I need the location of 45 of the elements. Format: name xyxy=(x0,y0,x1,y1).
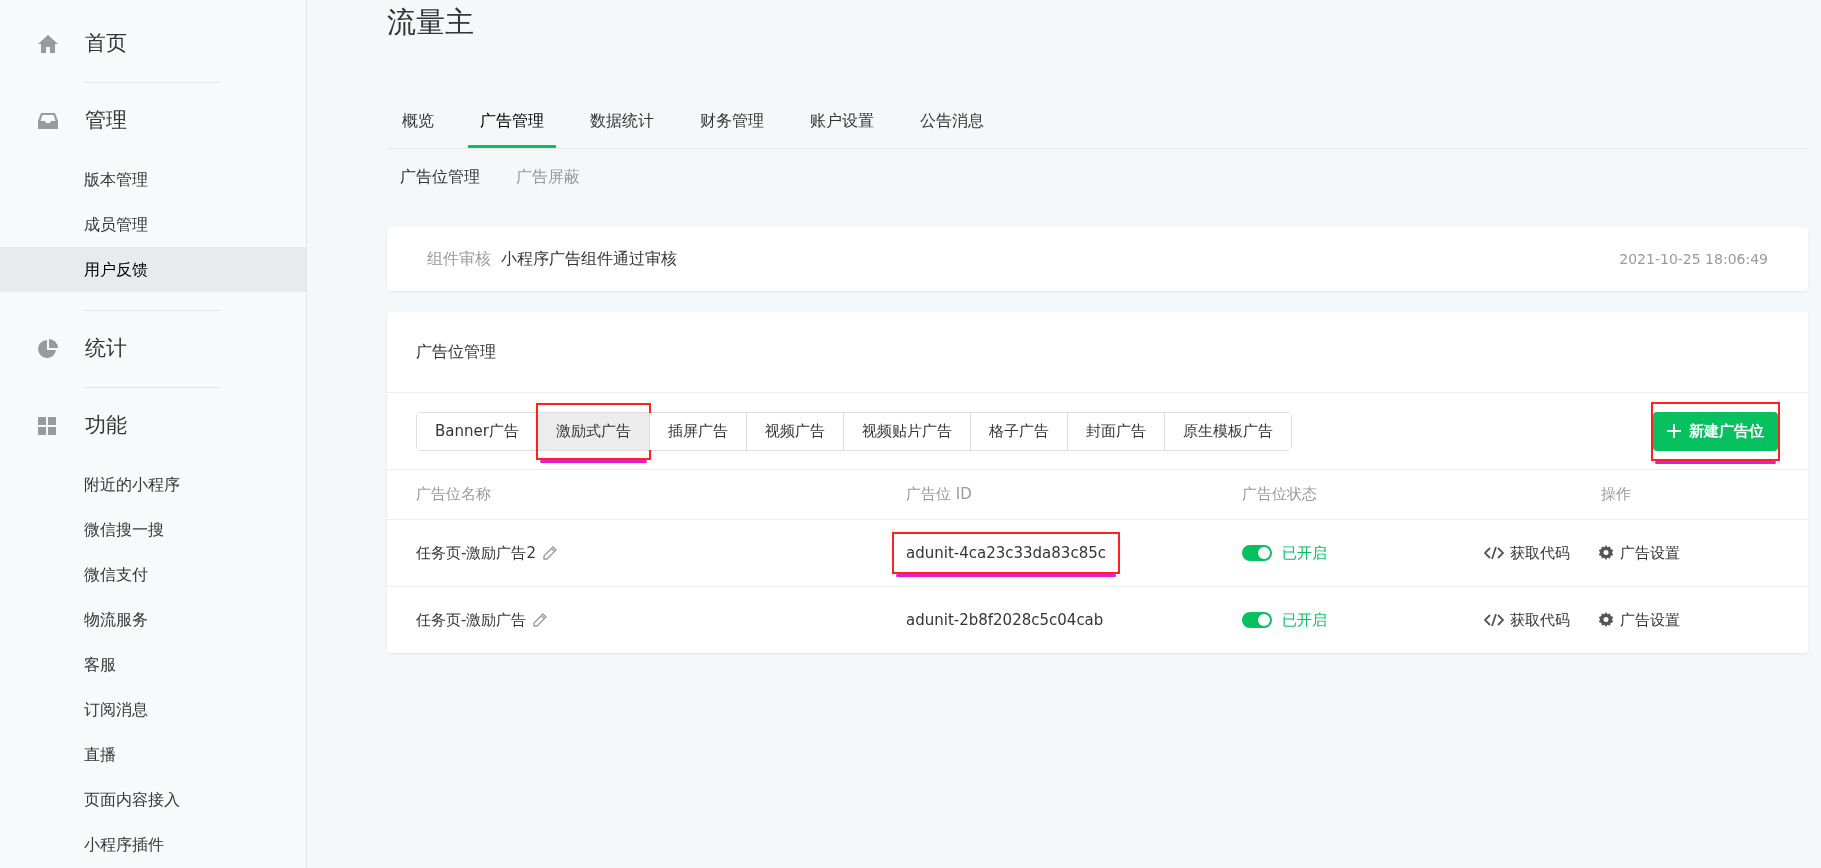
plus-icon xyxy=(1667,424,1681,438)
ad-slot-name: 任务页-激励广告 xyxy=(416,609,527,631)
sidebar-section[interactable]: 统计 xyxy=(0,329,306,369)
code-icon xyxy=(1484,546,1504,560)
nav-tab[interactable]: 概览 xyxy=(390,96,446,148)
home-icon xyxy=(37,34,59,54)
settings-icon xyxy=(1598,612,1614,628)
pencil-icon[interactable] xyxy=(532,612,549,628)
status-text: 已开启 xyxy=(1282,609,1327,631)
get-code-link[interactable]: 获取代码 xyxy=(1484,541,1570,565)
nav-tab[interactable]: 财务管理 xyxy=(688,96,776,148)
sidebar-section[interactable]: 功能 xyxy=(0,406,306,446)
ad-type-tab[interactable]: 激励式广告 xyxy=(537,412,649,450)
sidebar-item[interactable]: 用户反馈 xyxy=(0,247,306,292)
notice-label: 组件审核 xyxy=(427,248,491,270)
nav-tab[interactable]: 公告消息 xyxy=(908,96,996,148)
ad-slot-id: adunit-2b8f2028c5c04cab xyxy=(906,609,1104,631)
sidebar-section[interactable]: 首页 xyxy=(0,24,306,64)
status-switch[interactable] xyxy=(1242,612,1272,628)
ad-settings-link[interactable]: 广告设置 xyxy=(1598,541,1680,565)
page-title: 流量主 xyxy=(387,4,475,41)
code-icon xyxy=(1484,613,1504,627)
nav-tab[interactable]: 广告管理 xyxy=(468,96,556,148)
sidebar-section[interactable]: 管理 xyxy=(0,101,306,141)
get-code-link[interactable]: 获取代码 xyxy=(1484,608,1570,632)
column-header: 广告位 ID xyxy=(906,484,973,506)
ad-slot-id: adunit-4ca23c33da83c85c xyxy=(906,542,1106,564)
grid-icon xyxy=(37,416,57,436)
nav-tab[interactable]: 数据统计 xyxy=(578,96,666,148)
settings-icon xyxy=(1598,545,1614,561)
notice-time: 2021-10-25 18:06:49 xyxy=(1619,249,1768,269)
inbox-icon xyxy=(37,112,59,130)
column-header: 广告位名称 xyxy=(416,484,492,506)
card-title: 广告位管理 xyxy=(416,341,496,363)
nav-tab[interactable]: 账户设置 xyxy=(798,96,886,148)
ad-settings-link[interactable]: 广告设置 xyxy=(1598,608,1680,632)
ad-slot-name: 任务页-激励广告2 xyxy=(416,542,536,564)
notice-text: 小程序广告组件通过审核 xyxy=(501,248,677,270)
column-header: 广告位状态 xyxy=(1242,484,1318,506)
status-switch[interactable] xyxy=(1242,545,1272,561)
column-header: 操作 xyxy=(1600,484,1632,506)
status-text: 已开启 xyxy=(1282,542,1327,564)
pie-chart-icon xyxy=(37,338,59,360)
pencil-icon[interactable] xyxy=(541,545,558,561)
sub-tab[interactable]: 广告位管理 xyxy=(400,165,480,189)
